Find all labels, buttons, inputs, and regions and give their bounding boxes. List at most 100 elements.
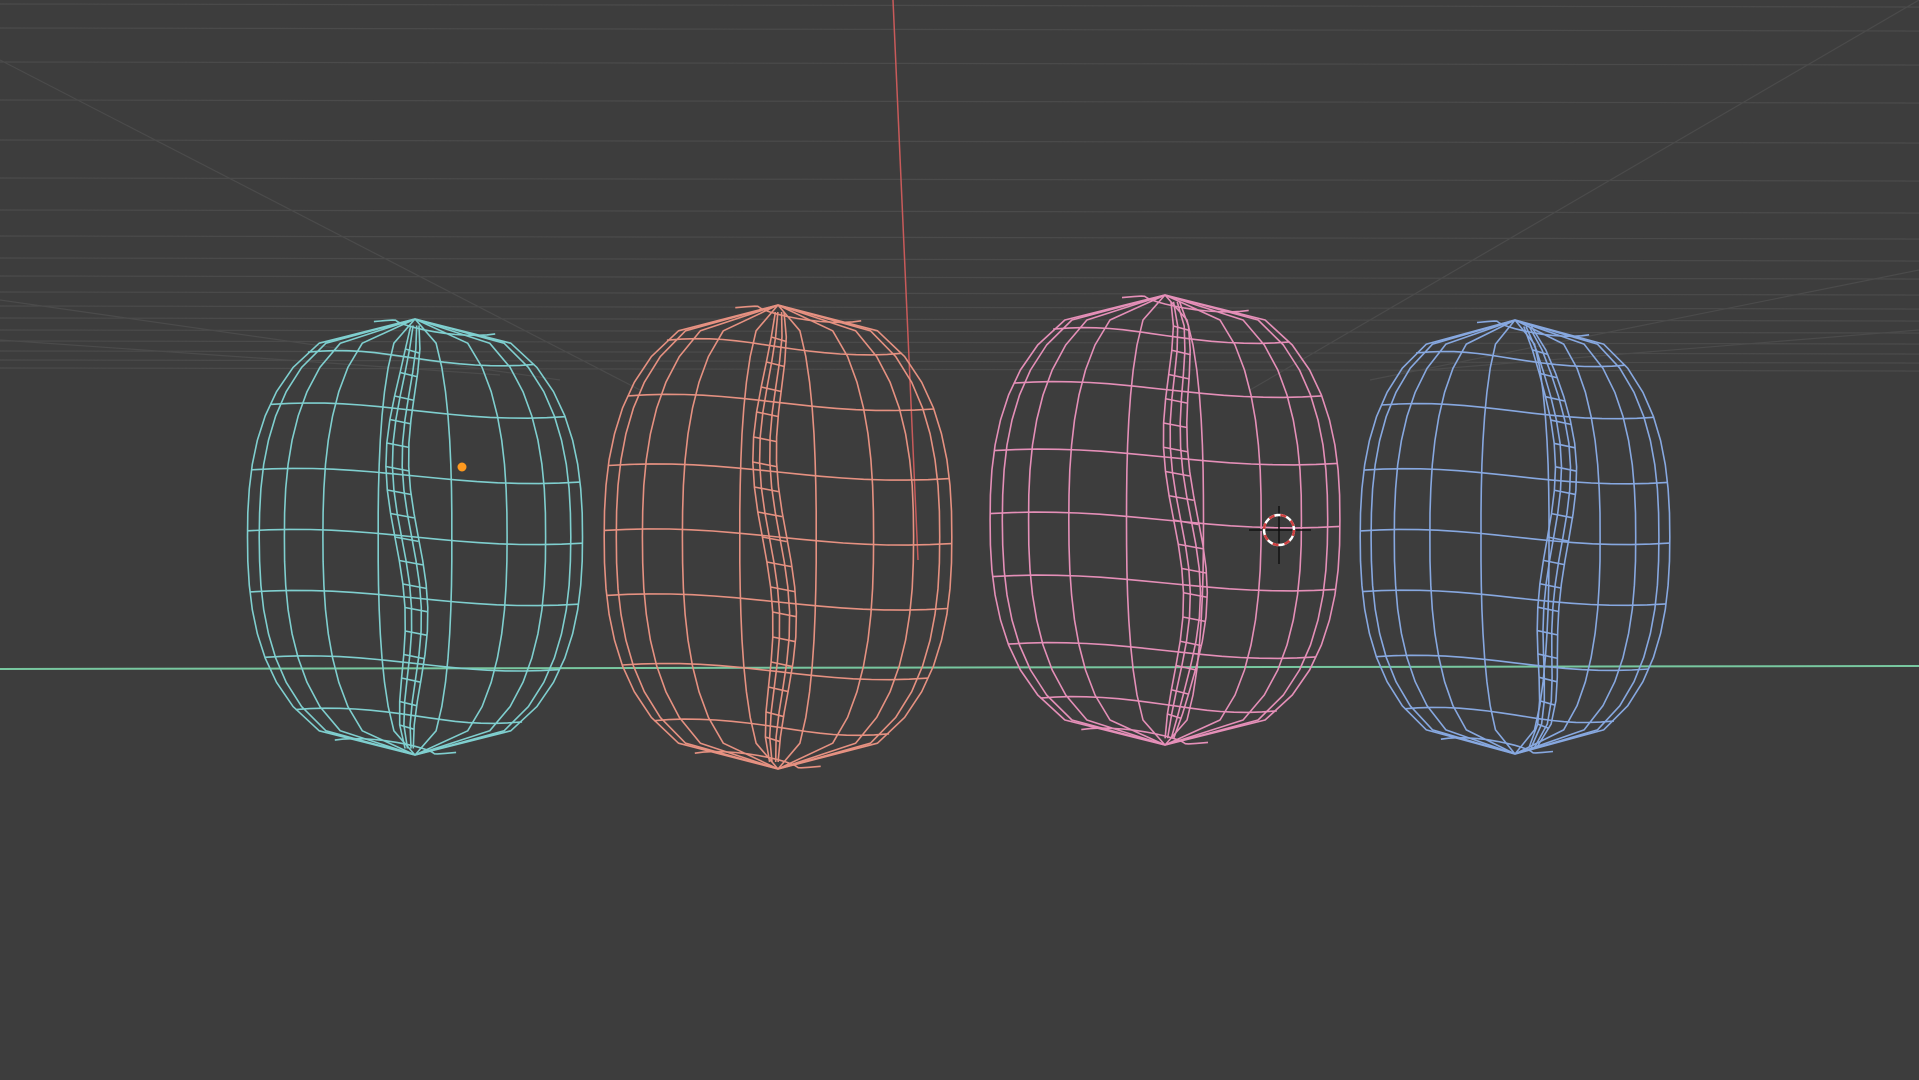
mesh-seam-rung [1551, 512, 1574, 519]
mesh-seam-rung [389, 418, 412, 425]
grid-line [0, 329, 1919, 334]
mesh-seam-rung [768, 686, 789, 693]
mesh-seam-rung [1182, 616, 1206, 623]
mesh-seam-rung [404, 606, 428, 613]
mesh-edge-meridian [989, 294, 1166, 746]
mesh-edge-meridian [777, 304, 941, 770]
mesh-seam-rung [1180, 640, 1203, 647]
mesh-edge-ring [1008, 641, 1317, 660]
mesh-seam-rung [761, 386, 782, 393]
grid-line [0, 317, 1919, 322]
mesh-seam-rung [765, 736, 781, 743]
mesh-edge-meridian [603, 304, 779, 770]
mesh-edge-ring [270, 402, 566, 419]
grid-perspective-line [1369, 269, 1919, 381]
mesh-seam-rung [1163, 422, 1188, 429]
mesh-edge-ring [1362, 589, 1667, 607]
mesh-edge-meridian [641, 304, 779, 770]
mesh-seam-rung [1554, 442, 1576, 449]
mesh-seam-rung [752, 461, 777, 468]
mesh-seam-rung [399, 371, 418, 378]
grid-perspective-line [0, 339, 501, 376]
mesh-seam-rung [1539, 582, 1562, 589]
grid-line [0, 257, 1919, 262]
mesh-edge-meridian [258, 318, 416, 756]
mesh-edge-ring [1376, 654, 1649, 672]
mesh-seam-rung [387, 489, 411, 496]
mesh-seam-rung [1169, 494, 1194, 502]
mesh-edge-meridian [1393, 319, 1516, 755]
mesh-edge-ring [1053, 326, 1290, 345]
mesh-seam-rung [765, 711, 785, 718]
mesh-seam-rung [385, 465, 409, 472]
mesh-seam-rung [757, 511, 783, 518]
viewport-canvas[interactable] [0, 0, 1919, 1080]
mesh-seam-rung [405, 630, 428, 637]
mesh-edge-meridian [1514, 319, 1660, 755]
mesh-seam-rung [766, 361, 786, 368]
mesh-edge-meridian [1027, 294, 1166, 746]
mesh-seam-rung [1173, 325, 1190, 332]
grid-line [0, 305, 1919, 310]
mesh-seam-rung [1554, 489, 1577, 496]
mesh-seam-rung [1539, 372, 1557, 379]
mesh-edge-ring [1404, 706, 1614, 724]
mesh-edge-meridian [777, 304, 875, 770]
mesh-seam-rung [1168, 373, 1190, 380]
grid-line [0, 61, 1919, 66]
grid-line [0, 27, 1919, 32]
mesh-seam-rung [401, 677, 422, 684]
object-origin-dot-icon [457, 462, 467, 472]
mesh-seam-rung [1537, 653, 1558, 660]
mesh-seam-rung [386, 442, 410, 449]
mesh-edge-ring [295, 707, 523, 725]
mesh-seam-rung [394, 395, 415, 402]
mesh-edge-ring [1360, 528, 1670, 546]
mesh-seam-rung [1178, 543, 1203, 550]
coffee-bean-mesh-4[interactable] [1359, 319, 1671, 755]
mesh-seam-rung [1165, 397, 1189, 405]
mesh-seam-rung [756, 411, 779, 418]
mesh-seam-rung [772, 611, 797, 618]
grid-line [0, 177, 1919, 182]
grid-line [0, 209, 1919, 214]
grid-line [0, 291, 1919, 296]
mesh-edge-meridian [777, 304, 953, 770]
mesh-seam-rung [1550, 419, 1572, 426]
mesh-seam-rung [1539, 699, 1556, 706]
mesh-edge-ring [606, 593, 948, 611]
x-axis-line [892, 0, 919, 561]
grid-line [0, 275, 1919, 280]
grid-line [0, 235, 1919, 240]
coffee-bean-mesh-1[interactable] [246, 318, 584, 756]
mesh-edge-ring [249, 589, 579, 607]
mesh-edge-meridian [1514, 319, 1671, 755]
mesh-edge-ring [251, 467, 581, 485]
mesh-edge-meridian [615, 304, 779, 770]
mesh-seam-rung [770, 661, 794, 668]
coffee-bean-mesh-2[interactable] [603, 304, 953, 770]
grid-perspective-line [1249, 0, 1919, 391]
mesh-edge-ring [608, 463, 950, 481]
mesh-edge-meridian [1429, 319, 1516, 755]
floor-grid [0, 0, 1919, 391]
mesh-edge-ring [992, 574, 1336, 592]
mesh-edge-ring [1363, 467, 1668, 485]
grid-line [0, 3, 1919, 8]
mesh-seam-rung [753, 436, 777, 443]
mesh-edge-ring [1381, 402, 1654, 420]
3d-viewport[interactable] [0, 0, 1919, 1080]
mesh-edge-meridian [1359, 319, 1516, 755]
mesh-seam-rung [1183, 591, 1208, 599]
mesh-seam-rung [403, 653, 426, 660]
mesh-edge-meridian [414, 318, 584, 756]
grid-line [0, 139, 1919, 144]
mesh-seam-rung [771, 336, 787, 343]
mesh-seam-rung [1165, 470, 1190, 477]
mesh-edge-meridian [414, 318, 547, 756]
mesh-edge-meridian [414, 318, 508, 756]
mesh-edge-meridian [1514, 319, 1601, 755]
mesh-seam-rung [402, 583, 427, 590]
mesh-seam-rung [1543, 559, 1566, 566]
mesh-edge-meridian [777, 304, 915, 770]
